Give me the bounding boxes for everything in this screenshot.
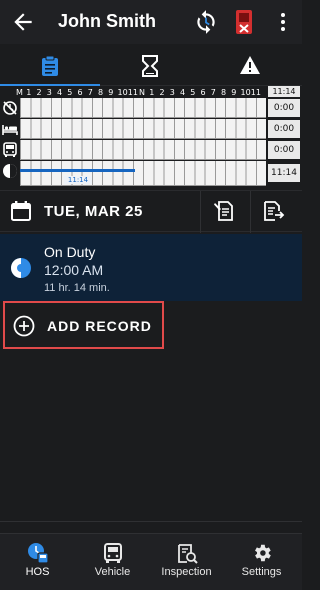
record-status: On Duty [44,244,96,260]
hour-label: 8 [98,88,104,97]
date-bar: TUE, MAR 25 [0,190,302,233]
off-duty-icon [3,101,17,115]
hos-icon [27,543,49,564]
hour-label: 10 [117,88,128,97]
sleeper-berth-cells [20,119,266,139]
export-icon[interactable] [261,199,285,223]
on-duty-total: 11:14 [268,164,300,182]
nav-hos[interactable]: HOS [0,534,75,590]
hour-label: 7 [87,88,93,97]
nav-inspection-label: Inspection [161,566,212,578]
current-time-marker: 11:14 [64,176,92,184]
driving-total: 0:00 [268,141,300,159]
row-off-duty: 0:00 [0,98,302,118]
sleeper-berth-total: 0:00 [268,120,300,138]
log-date[interactable]: TUE, MAR 25 [44,203,143,220]
hour-label: 2 [36,88,42,97]
off-duty-cells [20,98,266,118]
clipboard-icon [42,55,58,76]
on-duty-cells [20,161,266,186]
divider [0,521,302,522]
off-duty-total: 0:00 [268,99,300,117]
sync-icon[interactable] [193,9,219,35]
calendar-icon[interactable] [10,200,32,222]
row-sleeper-berth: 0:00 [0,119,302,139]
on-duty-icon [3,164,17,178]
driving-icon [3,142,17,157]
hour-label: 7 [210,88,216,97]
inspection-icon [177,544,198,564]
record-time: 12:00 AM [44,262,104,278]
hour-label: 1 [26,88,32,97]
hourglass-icon [142,55,158,77]
nav-settings-label: Settings [241,566,282,578]
settings-icon [254,544,271,562]
bottom-navigation: HOS Vehicle Inspection Settings [0,533,302,590]
vehicle-icon [103,543,122,563]
hour-label: N [139,88,145,97]
sleeper-berth-icon [2,125,18,135]
on-duty-line [20,169,136,172]
page-title: John Smith [58,11,156,31]
grid-header-total: 11:14 [268,86,300,97]
row-on-duty: 11:14 11:14 [0,161,302,186]
add-record-label: ADD RECORD [47,318,152,334]
hos-log-grid: M 1 2 3 4 5 6 7 8 9 10 11 N 1 2 3 4 5 6 7 8 9 10 11 11:14 0:00 … [0,86,302,188]
hour-label: 3 [46,88,52,97]
hour-labels: M 1 2 3 4 5 6 7 8 9 10 11 N 1 2 3 4 5 6 7 8 9 10 11 [0,88,268,98]
row-driving: 0:00 [0,140,302,160]
tab-warnings[interactable] [200,46,300,86]
hour-label: 9 [231,88,237,97]
hour-label: M [16,88,23,97]
divider [200,191,201,233]
hour-label: 6 [200,88,206,97]
add-circle-icon [13,315,35,337]
hour-label: 4 [57,88,63,97]
hour-label: 4 [180,88,186,97]
add-record-button[interactable]: ADD RECORD [3,301,164,349]
duty-record[interactable]: On Duty 12:00 AM 11 hr. 14 min. [0,234,302,301]
tab-logs[interactable] [0,46,100,87]
hour-label: 10 [240,88,251,97]
tab-bar [0,46,302,87]
hour-label: 5 [190,88,196,97]
nav-settings[interactable]: Settings [224,534,299,590]
hour-label: 2 [159,88,165,97]
nav-vehicle[interactable]: Vehicle [75,534,150,590]
nav-inspection[interactable]: Inspection [149,534,224,590]
nav-hos-label: HOS [25,566,50,578]
device-alert-icon[interactable] [234,9,254,35]
divider [250,191,251,233]
hour-label: 6 [77,88,83,97]
tab-hourglass[interactable] [100,46,200,86]
hour-label: 8 [221,88,227,97]
hour-label: 9 [108,88,114,97]
warning-icon [240,56,260,74]
hour-label: 3 [169,88,175,97]
nav-vehicle-label: Vehicle [94,566,131,578]
app-bar: John Smith [0,0,302,44]
driving-cells [20,140,266,160]
on-duty-status-icon [11,258,31,278]
more-options-icon[interactable] [274,10,292,34]
hour-label: 11 [127,88,138,97]
back-arrow-icon[interactable] [10,9,36,35]
edit-log-icon[interactable] [213,199,237,223]
hour-label: 5 [67,88,73,97]
record-duration: 11 hr. 14 min. [44,282,110,294]
hour-label: 11 [250,88,261,97]
hour-label: 1 [149,88,155,97]
